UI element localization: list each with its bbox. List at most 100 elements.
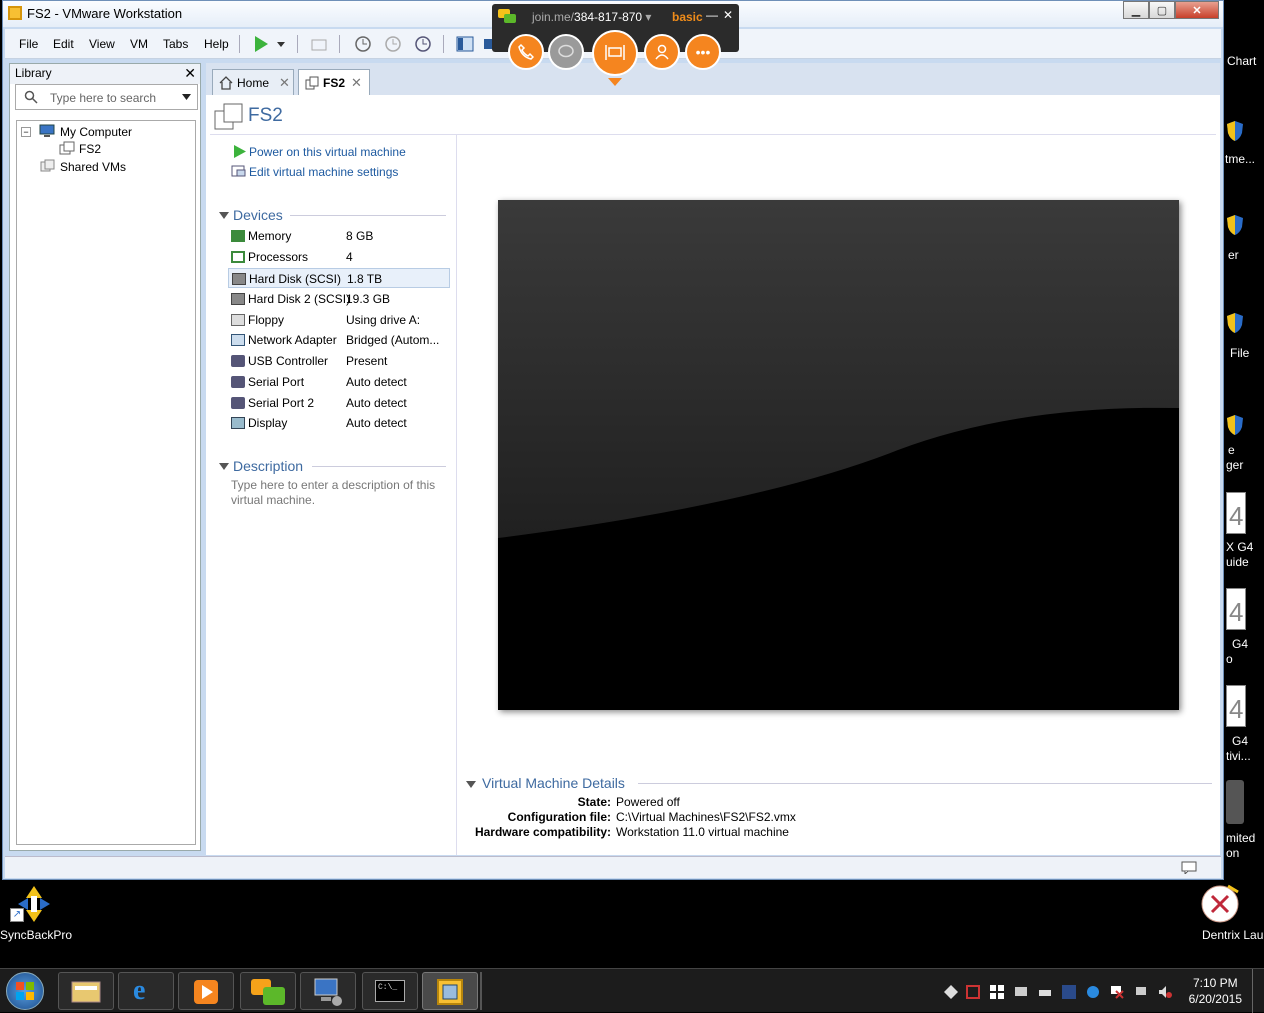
tab-fs2[interactable]: FS2 ✕ — [298, 69, 370, 95]
details-section-title[interactable]: Virtual Machine Details — [482, 775, 625, 791]
device-usb-controller[interactable]: USB Controller Present — [228, 351, 450, 371]
participants-button[interactable] — [644, 34, 680, 70]
device-value: 8 GB — [346, 229, 374, 243]
desktop-partial-label[interactable]: Chart — [1227, 54, 1256, 68]
message-icon[interactable] — [1181, 861, 1197, 874]
desktop-partial-label[interactable]: er — [1228, 248, 1239, 262]
close-icon[interactable]: ✕ — [723, 8, 733, 22]
tray-icon[interactable] — [990, 985, 1004, 999]
device-display[interactable]: Display Auto detect — [228, 413, 450, 433]
tray-icon[interactable] — [1086, 985, 1100, 999]
device-value: 1.8 TB — [347, 272, 383, 286]
device-hard-disk-2[interactable]: Hard Disk 2 (SCSI) 19.3 GB — [228, 289, 450, 309]
power-on-icon[interactable] — [251, 34, 271, 54]
tree-item-my-computer[interactable]: My Computer — [60, 125, 132, 139]
chat-button[interactable] — [548, 34, 584, 70]
view-library-icon[interactable] — [455, 34, 475, 54]
vm-screen-preview[interactable] — [498, 200, 1179, 710]
desktop-partial-label[interactable]: G4 — [1232, 637, 1248, 651]
revert-snapshot-icon[interactable] — [383, 34, 403, 54]
menu-edit[interactable]: Edit — [53, 37, 74, 51]
taskbar-explorer[interactable] — [58, 972, 114, 1010]
share-screen-button[interactable] — [592, 30, 638, 76]
device-memory[interactable]: Memory 8 GB — [228, 226, 450, 246]
folder-icon — [71, 981, 101, 1003]
close-button[interactable]: ✕ — [1175, 1, 1219, 19]
show-desktop-button[interactable] — [1252, 969, 1264, 1013]
tray-icon[interactable] — [1158, 985, 1172, 999]
more-options-button[interactable]: ••• — [685, 34, 721, 70]
device-processors[interactable]: Processors 4 — [228, 247, 450, 267]
printer-icon — [1039, 990, 1051, 996]
desktop-icon-syncbackpro[interactable]: ↗ SyncBackPro — [0, 882, 72, 952]
power-on-link[interactable]: Power on this virtual machine — [249, 145, 406, 159]
desktop-partial-label[interactable]: tme... — [1225, 152, 1255, 166]
desktop-partial-label[interactable]: X G4 — [1226, 540, 1253, 554]
vm-header: FS2 — [210, 99, 1216, 135]
menu-tabs[interactable]: Tabs — [163, 37, 188, 51]
desktop-partial-label[interactable]: e — [1228, 443, 1235, 457]
tab-home[interactable]: Home ✕ — [212, 69, 294, 95]
minimize-icon[interactable]: — — [706, 8, 718, 22]
desktop-partial-label[interactable]: uide — [1226, 555, 1249, 569]
tray-icon[interactable] — [1110, 985, 1124, 999]
device-hard-disk[interactable]: Hard Disk (SCSI) 1.8 TB — [228, 268, 450, 288]
library-tree: − My Computer FS2 Shared VMs — [16, 120, 196, 845]
taskbar-ie[interactable]: e — [118, 972, 174, 1010]
edit-settings-link[interactable]: Edit virtual machine settings — [249, 165, 398, 179]
taskbar-media-player[interactable] — [178, 972, 234, 1010]
tree-item-fs2[interactable]: FS2 — [79, 142, 101, 156]
menu-vm[interactable]: VM — [130, 37, 148, 51]
chevron-down-icon[interactable] — [275, 34, 287, 54]
taskbar-joinme[interactable] — [240, 972, 296, 1010]
tray-icon[interactable] — [1062, 985, 1076, 999]
snapshot-icon[interactable] — [353, 34, 373, 54]
taskbar-vmware[interactable] — [422, 972, 478, 1010]
maximize-button[interactable]: ▢ — [1149, 1, 1175, 19]
desktop-partial-label[interactable]: G4 — [1232, 734, 1248, 748]
desktop-partial-label[interactable]: mited — [1226, 831, 1255, 845]
device-name: Display — [248, 416, 288, 430]
tray-icon[interactable] — [966, 985, 980, 999]
start-button[interactable] — [6, 972, 44, 1010]
collapse-devices-icon[interactable] — [219, 212, 229, 219]
tray-icon[interactable] — [1014, 985, 1028, 999]
close-library-icon[interactable]: ✕ — [184, 65, 196, 82]
call-button[interactable] — [508, 34, 544, 70]
tree-item-shared-vms[interactable]: Shared VMs — [60, 160, 126, 174]
desktop-partial-label[interactable]: o — [1226, 652, 1233, 666]
tray-icon[interactable] — [1038, 985, 1052, 999]
clock[interactable]: 7:10 PM 6/20/2015 — [1189, 975, 1242, 1007]
device-floppy[interactable]: Floppy Using drive A: — [228, 310, 450, 330]
send-keys-icon[interactable] — [309, 34, 329, 54]
desktop-partial-label[interactable]: on — [1226, 846, 1239, 860]
device-serial-port[interactable]: Serial Port Auto detect — [228, 372, 450, 392]
tray-icon[interactable] — [944, 985, 958, 999]
close-tab-icon[interactable]: ✕ — [351, 75, 362, 91]
chevron-down-icon[interactable] — [182, 94, 191, 100]
snapshot-manager-icon[interactable] — [413, 34, 433, 54]
taskbar-command-prompt[interactable]: C:\_ — [362, 972, 418, 1010]
desktop-partial-label[interactable]: ger — [1226, 458, 1243, 472]
desktop-partial-label[interactable]: File — [1230, 346, 1249, 360]
library-search-input[interactable]: Type here to search — [15, 84, 198, 110]
desktop-partial-label[interactable]: tivi... — [1226, 749, 1251, 763]
device-network-adapter[interactable]: Network Adapter Bridged (Autom... — [228, 330, 450, 350]
collapse-icon[interactable]: − — [21, 127, 31, 137]
devices-section-title[interactable]: Devices — [233, 207, 283, 223]
close-tab-icon[interactable]: ✕ — [279, 75, 290, 91]
device-serial-port-2[interactable]: Serial Port 2 Auto detect — [228, 393, 450, 413]
menu-help[interactable]: Help — [204, 37, 229, 51]
menu-view[interactable]: View — [89, 37, 115, 51]
taskbar-remote-desktop[interactable] — [300, 972, 356, 1010]
collapse-description-icon[interactable] — [219, 463, 229, 470]
tray-icon[interactable] — [1134, 985, 1148, 999]
description-field[interactable]: Type here to enter a description of this… — [231, 478, 446, 506]
taskbar: e C:\_ 7:10 PM 6/20/2015 — [0, 968, 1264, 1013]
collapse-details-icon[interactable] — [466, 781, 476, 788]
joinme-url[interactable]: join.me/384-817-870 ▾ — [532, 10, 651, 24]
description-section-title[interactable]: Description — [233, 458, 303, 474]
desktop-icon-dentrix-launcher[interactable]: Dentrix Launcher — [1188, 882, 1264, 962]
menu-file[interactable]: File — [19, 37, 38, 51]
minimize-button[interactable]: ▁ — [1123, 1, 1149, 19]
